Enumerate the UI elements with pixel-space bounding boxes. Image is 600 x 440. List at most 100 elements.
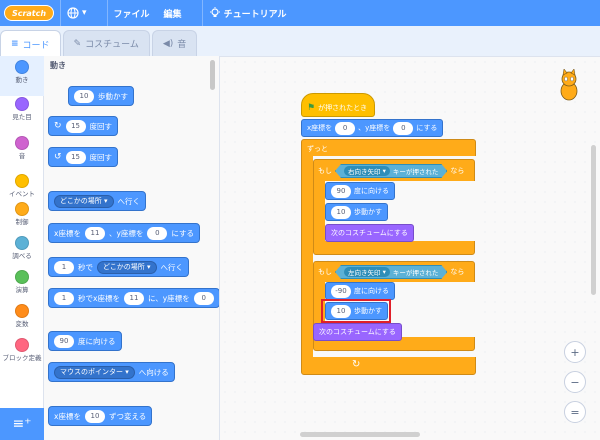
category-dot: [15, 270, 29, 284]
block-point-direction[interactable]: 90 度に向ける: [48, 331, 122, 351]
category-bar: 動き 見た目 音 イベント 制御 調べる 演算 変数 ブロック定義 ≡⁺: [0, 56, 44, 440]
block-goto-xy[interactable]: x座標を 11 、y座標を 0 にする: [48, 223, 200, 243]
then-label: なら: [450, 167, 465, 175]
direction-input[interactable]: 90: [54, 334, 74, 348]
block-point-towards[interactable]: マウスのポインター ▾ へ向ける: [48, 362, 175, 382]
category-events[interactable]: イベント: [0, 174, 44, 198]
key-dropdown[interactable]: 左向き矢印 ▾: [344, 267, 390, 277]
block-move-steps[interactable]: 10 歩動かす: [68, 86, 134, 106]
y-input[interactable]: 0: [147, 226, 168, 240]
x-input[interactable]: 0: [335, 121, 356, 135]
key-pressed-condition[interactable]: 左向き矢印 ▾ キーが押された: [335, 265, 447, 279]
condition-text: キーが押された: [392, 168, 439, 176]
tab-sound-label: 音: [177, 40, 187, 50]
category-variables[interactable]: 変数: [0, 304, 44, 328]
block-text: x座標を: [54, 411, 81, 421]
add-extension-icon: ≡⁺: [12, 416, 32, 432]
next-costume-block[interactable]: 次のコスチュームにする: [325, 224, 414, 242]
key-pressed-condition[interactable]: 右向き矢印 ▾ キーが押された: [335, 164, 447, 178]
steps-input[interactable]: 10: [74, 89, 94, 103]
next-costume-block[interactable]: 次のコスチュームにする: [313, 323, 402, 341]
tab-costume[interactable]: ✎ コスチューム: [62, 30, 150, 56]
add-extension-button[interactable]: ≡⁺: [0, 408, 44, 440]
language-menu[interactable]: ▾: [67, 7, 87, 19]
move-steps-block[interactable]: 10 歩動かす: [325, 203, 388, 221]
tab-sound[interactable]: ◀) 音: [151, 30, 198, 56]
tab-code[interactable]: ≡ コード: [0, 30, 61, 57]
edit-menu[interactable]: 編集: [164, 7, 182, 20]
glide-dropdown[interactable]: どこかの場所 ▾: [97, 260, 157, 274]
palette-scrollbar[interactable]: [210, 60, 215, 90]
category-my-blocks[interactable]: ブロック定義: [0, 338, 44, 362]
block-glide-to[interactable]: 1 秒で どこかの場所 ▾ へ行く: [48, 257, 190, 277]
workspace-horizontal-scrollbar[interactable]: [300, 432, 420, 437]
goto-dropdown[interactable]: どこかの場所 ▾: [54, 194, 114, 208]
block-text: 度に向ける: [78, 336, 116, 346]
x-input[interactable]: 11: [84, 226, 105, 240]
steps-input[interactable]: 10: [331, 205, 351, 219]
zoom-out-button[interactable]: −: [564, 371, 586, 393]
point-direction-block[interactable]: -90 度に向ける: [325, 282, 395, 300]
editor-tabs: ≡ コード ✎ コスチューム ◀) 音: [0, 30, 199, 57]
block-palette: 動き 10 歩動かす ↻ 15 度回す ↺ 15 度回す どこかの場所 ▾ へ行…: [44, 56, 220, 440]
workspace-vertical-scrollbar[interactable]: [591, 145, 596, 295]
block-glide-xy[interactable]: 1 秒でx座標を 11 に、y座標を 0: [48, 288, 219, 308]
if-header-left: もし 左向き矢印 ▾ キーが押された なら: [313, 262, 469, 282]
file-menu[interactable]: ファイル: [114, 7, 150, 20]
category-dot: [15, 236, 29, 250]
category-control[interactable]: 制御: [0, 202, 44, 226]
block-text: へ向ける: [138, 367, 169, 377]
y-input[interactable]: 0: [393, 121, 414, 135]
tutorial-menu[interactable]: チュートリアル: [209, 7, 286, 20]
category-operators[interactable]: 演算: [0, 270, 44, 294]
change-x-input[interactable]: 10: [84, 409, 105, 423]
block-text: 次のコスチュームにする: [331, 229, 408, 237]
zoom-reset-button[interactable]: =: [564, 401, 586, 423]
block-text: にする: [416, 124, 438, 132]
x-input[interactable]: 11: [123, 291, 144, 305]
zoom-in-button[interactable]: +: [564, 341, 586, 363]
category-sensing[interactable]: 調べる: [0, 236, 44, 260]
category-looks[interactable]: 見た目: [0, 97, 44, 121]
forever-label: ずっと: [307, 145, 328, 153]
block-change-x[interactable]: x座標を 10 ずつ変える: [48, 406, 153, 426]
seconds-input[interactable]: 1: [54, 291, 74, 305]
category-label: 調べる: [12, 252, 32, 260]
block-text: 度回す: [89, 152, 113, 162]
goto-xy-block[interactable]: x座標を 0 、y座標を 0 にする: [301, 119, 444, 137]
zoom-reset-icon: =: [570, 405, 580, 419]
dropdown-value: どこかの場所: [60, 197, 102, 205]
tab-costume-label: コスチューム: [85, 40, 139, 50]
category-dot: [15, 60, 29, 74]
category-dot: [15, 136, 29, 150]
category-dot: [15, 174, 29, 188]
dropdown-value: 左向き矢印: [348, 269, 381, 277]
block-goto[interactable]: どこかの場所 ▾ へ行く: [48, 191, 147, 211]
then-label: なら: [450, 268, 465, 276]
block-text: が押されたとき: [318, 104, 368, 112]
block-turn-left[interactable]: ↺ 15 度回す: [48, 147, 119, 167]
when-flag-clicked-block[interactable]: ⚑ が押されたとき: [301, 93, 375, 117]
point-direction-block[interactable]: 90 度に向ける: [325, 182, 395, 200]
y-input[interactable]: 0: [193, 291, 214, 305]
block-text: 歩動かす: [354, 208, 382, 216]
key-dropdown[interactable]: 右向き矢印 ▾: [344, 166, 390, 176]
direction-input[interactable]: 90: [331, 184, 351, 198]
highlight-box: [321, 299, 391, 323]
block-text: x座標を: [54, 228, 81, 238]
degrees-input[interactable]: 15: [65, 150, 86, 164]
towards-dropdown[interactable]: マウスのポインター ▾: [54, 365, 135, 379]
menu-bar: Scratch ▾ ファイル 編集 チュートリアル: [0, 0, 600, 26]
category-dot: [15, 202, 29, 216]
degrees-input[interactable]: 15: [65, 119, 86, 133]
category-label: イベント: [9, 190, 35, 198]
dropdown-value: マウスのポインター: [60, 368, 123, 376]
script-workspace[interactable]: ⚑ が押されたとき x座標を 0 、y座標を 0 にする ずっと ↻ もし 右向…: [220, 56, 600, 440]
block-turn-right[interactable]: ↻ 15 度回す: [48, 116, 119, 136]
category-motion[interactable]: 動き: [0, 56, 44, 96]
direction-input[interactable]: -90: [331, 284, 351, 298]
category-sound[interactable]: 音: [0, 136, 44, 160]
scratch-logo[interactable]: Scratch: [4, 5, 54, 21]
seconds-input[interactable]: 1: [54, 260, 74, 274]
category-label: 制御: [15, 218, 29, 226]
